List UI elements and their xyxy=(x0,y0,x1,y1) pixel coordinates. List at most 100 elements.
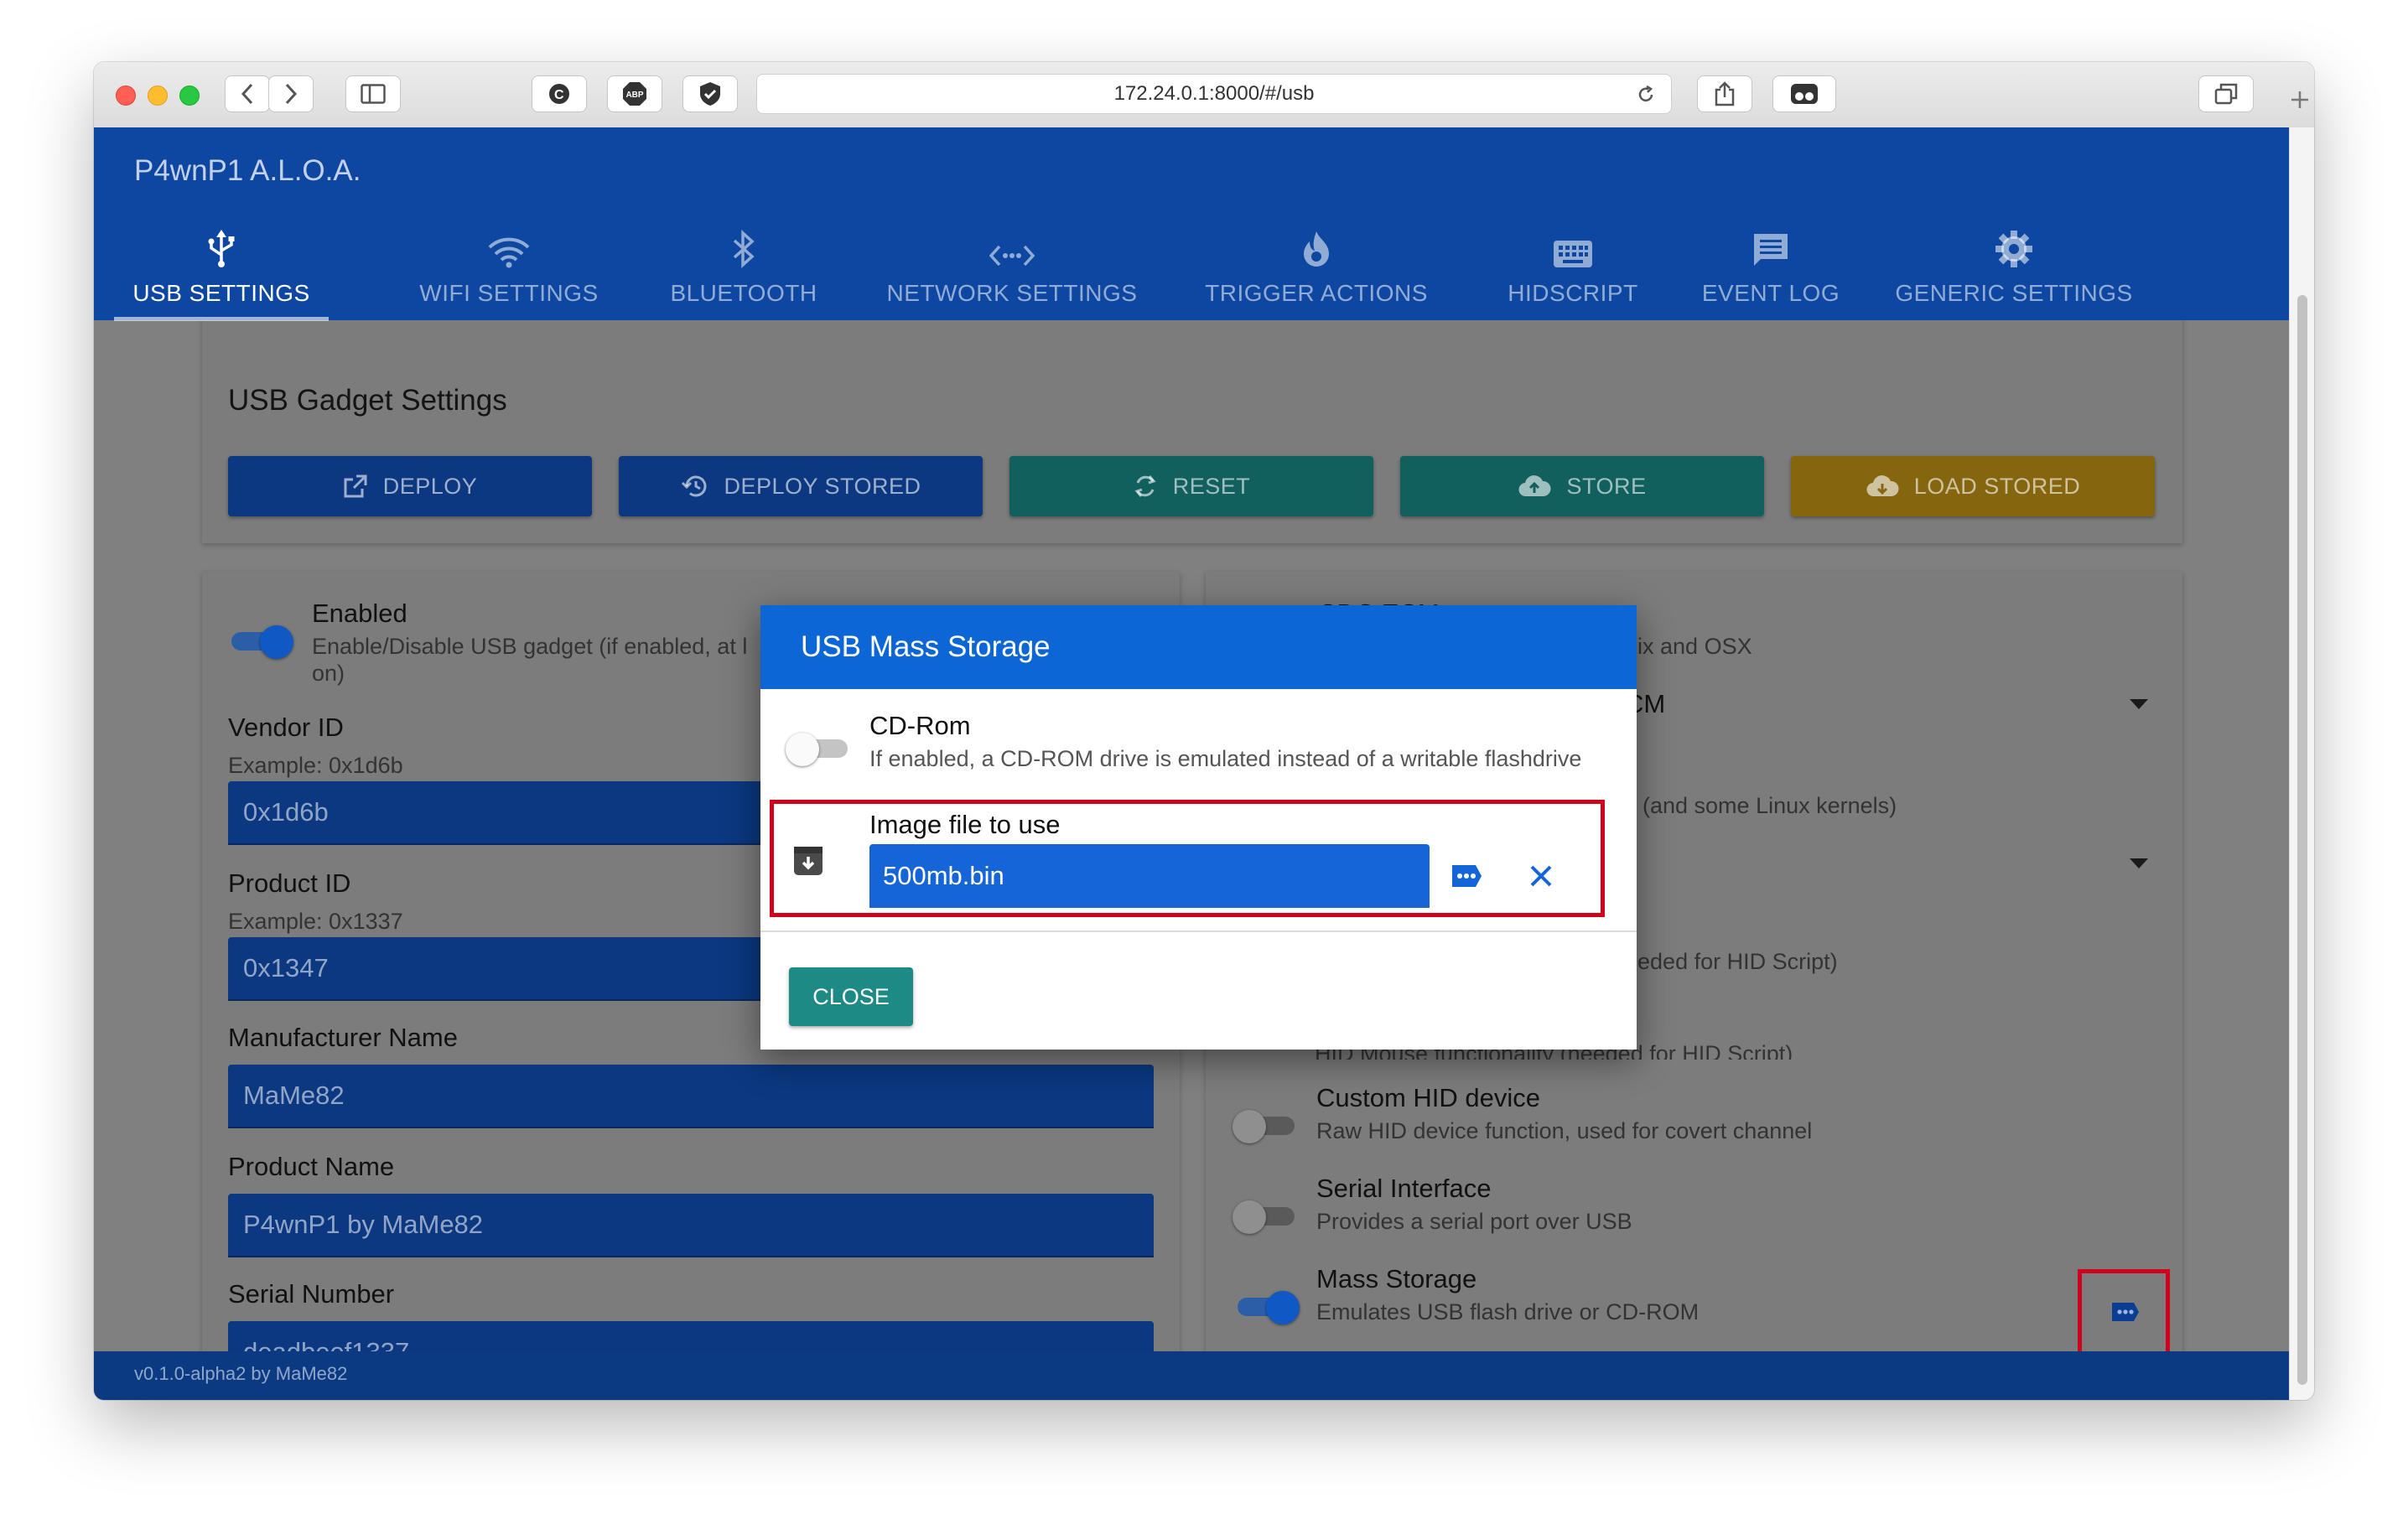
clear-icon[interactable] xyxy=(1528,863,1554,889)
store-label: STORE xyxy=(1566,473,1647,499)
product-id-label: Product ID xyxy=(228,868,351,898)
sidebar-icon xyxy=(361,84,386,104)
share-button[interactable] xyxy=(1697,75,1752,112)
load-stored-label: LOAD STORED xyxy=(1913,473,2081,499)
plus-icon xyxy=(2291,91,2308,108)
extension-c-icon: C xyxy=(549,84,569,104)
tab-wifi-settings[interactable]: WIFI SETTINGS xyxy=(396,228,622,320)
serial-interface-toggle[interactable] xyxy=(1233,1197,1300,1234)
cdrom-toggle[interactable] xyxy=(786,729,853,766)
extension-shield-button[interactable] xyxy=(682,75,738,112)
mass-storage-settings-icon[interactable] xyxy=(2109,1299,2141,1324)
close-button[interactable]: CLOSE xyxy=(789,967,913,1026)
serial-interface-desc: Provides a serial port over USB xyxy=(1316,1209,1632,1234)
vertical-scrollbar[interactable] xyxy=(2289,127,2314,1400)
image-file-input[interactable]: 500mb.bin xyxy=(869,844,1430,908)
tabs-icon xyxy=(2214,83,2238,105)
back-button[interactable] xyxy=(225,75,270,112)
mass-storage-desc: Emulates USB flash drive or CD-ROM xyxy=(1316,1299,1700,1324)
browser-toolbar: C ABP 172.24.0.1:8000/#/usb xyxy=(94,62,2314,128)
cdrom-description: If enabled, a CD-ROM drive is emulated i… xyxy=(869,746,1582,771)
cloud-download-icon xyxy=(1866,475,1899,497)
product-id-hint: Example: 0x1337 xyxy=(228,909,403,934)
tab-hidscript[interactable]: HIDSCRIPT xyxy=(1489,228,1657,320)
cloud-upload-icon xyxy=(1518,475,1551,497)
serial-number-label: Serial Number xyxy=(228,1279,395,1309)
new-tab-button[interactable] xyxy=(2291,87,2314,112)
extension-abp-button[interactable]: ABP xyxy=(607,75,662,112)
dropdown-arrow-icon[interactable] xyxy=(2130,699,2148,709)
tab-usb-label: USB SETTINGS xyxy=(132,280,310,306)
tab-bluetooth-label: BLUETOOTH xyxy=(670,280,817,306)
reset-button[interactable]: RESET xyxy=(1009,456,1373,516)
open-in-new-icon xyxy=(344,474,367,498)
sidebar-toggle-button[interactable] xyxy=(345,75,401,112)
kernels-desc-partial: s (and some Linux kernels) xyxy=(1625,793,1897,818)
adblock-icon: ABP xyxy=(623,82,646,106)
network-icon xyxy=(989,245,1035,267)
product-name-value: P4wnP1 by MaMe82 xyxy=(243,1210,484,1239)
custom-hid-desc: Raw HID device function, used for covert… xyxy=(1316,1118,1813,1143)
gadget-enabled-toggle[interactable] xyxy=(226,622,293,659)
usb-icon xyxy=(208,230,235,267)
gadget-settings-title: USB Gadget Settings xyxy=(228,384,507,417)
tab-trigger-actions[interactable]: TRIGGER ACTIONS xyxy=(1184,228,1449,320)
enabled-description-cont: on) xyxy=(312,661,345,686)
load-stored-button[interactable]: LOAD STORED xyxy=(1791,456,2155,516)
extension-cplus-button[interactable]: C xyxy=(532,75,587,112)
serial-interface-label: Serial Interface xyxy=(1316,1174,1492,1203)
url-text: 172.24.0.1:8000/#/usb xyxy=(1113,82,1315,105)
extension-binoculars-button[interactable] xyxy=(1772,75,1836,112)
rndis-desc-partial: nix and OSX xyxy=(1625,634,1752,659)
tab-usb-settings[interactable]: USB SETTINGS xyxy=(114,228,329,320)
bluetooth-icon xyxy=(733,230,755,268)
close-window-button[interactable] xyxy=(116,86,136,106)
reload-icon[interactable] xyxy=(1636,85,1656,105)
mass-storage-label: Mass Storage xyxy=(1316,1264,1477,1293)
tab-network-label: NETWORK SETTINGS xyxy=(886,280,1138,306)
tab-overview-button[interactable] xyxy=(2198,75,2254,112)
archive-icon xyxy=(794,847,823,875)
deploy-button[interactable]: DEPLOY xyxy=(228,456,592,516)
store-button[interactable]: STORE xyxy=(1400,456,1764,516)
app-title: P4wnP1 A.L.O.A. xyxy=(134,154,361,187)
product-name-label: Product Name xyxy=(228,1152,395,1181)
vendor-id-value: 0x1d6b xyxy=(243,797,329,827)
dialog-header: USB Mass Storage xyxy=(760,605,1637,689)
minimize-window-button[interactable] xyxy=(148,86,168,106)
refresh-icon xyxy=(1134,475,1156,497)
mass-storage-toggle[interactable] xyxy=(1233,1288,1300,1324)
gear-icon xyxy=(1995,231,2032,267)
forward-button[interactable] xyxy=(268,75,314,112)
active-tab-indicator xyxy=(114,317,329,321)
share-icon xyxy=(1715,81,1735,106)
tab-network-settings[interactable]: NETWORK SETTINGS xyxy=(874,228,1150,320)
image-file-value: 500mb.bin xyxy=(883,861,1004,890)
tab-wifi-label: WIFI SETTINGS xyxy=(419,280,599,306)
enabled-description: Enable/Disable USB gadget (if enabled, a… xyxy=(312,634,748,659)
version-text: v0.1.0-alpha2 by MaMe82 xyxy=(134,1363,348,1384)
scrollbar-thumb[interactable] xyxy=(2297,295,2307,1385)
deploy-stored-label: DEPLOY STORED xyxy=(724,473,921,499)
file-select-icon[interactable] xyxy=(1448,862,1485,890)
restore-icon xyxy=(682,475,707,497)
tab-bluetooth[interactable]: BLUETOOTH xyxy=(647,228,840,320)
custom-hid-label: Custom HID device xyxy=(1316,1083,1541,1112)
tab-event-log[interactable]: EVENT LOG xyxy=(1687,228,1855,320)
manufacturer-input[interactable]: MaMe82 xyxy=(228,1065,1154,1128)
fire-icon xyxy=(1304,231,1329,267)
address-bar[interactable]: 172.24.0.1:8000/#/usb xyxy=(756,74,1672,114)
chevron-right-icon xyxy=(285,83,298,105)
tab-generic-label: GENERIC SETTINGS xyxy=(1895,280,2133,306)
deploy-stored-button[interactable]: DEPLOY STORED xyxy=(619,456,983,516)
hid-keyboard-desc-partial: eeded for HID Script) xyxy=(1625,949,1838,974)
image-file-label: Image file to use xyxy=(869,810,1061,839)
product-name-input[interactable]: P4wnP1 by MaMe82 xyxy=(228,1194,1154,1257)
vendor-id-hint: Example: 0x1d6b xyxy=(228,753,403,778)
tab-generic-settings[interactable]: GENERIC SETTINGS xyxy=(1888,228,2140,320)
dropdown-arrow-icon-2[interactable] xyxy=(2130,858,2148,868)
dialog-title: USB Mass Storage xyxy=(801,630,1051,663)
zoom-window-button[interactable] xyxy=(179,86,200,106)
custom-hid-toggle[interactable] xyxy=(1233,1107,1300,1143)
app-header: P4wnP1 A.L.O.A. USB SETTINGS WIFI SETTIN… xyxy=(94,127,2289,321)
